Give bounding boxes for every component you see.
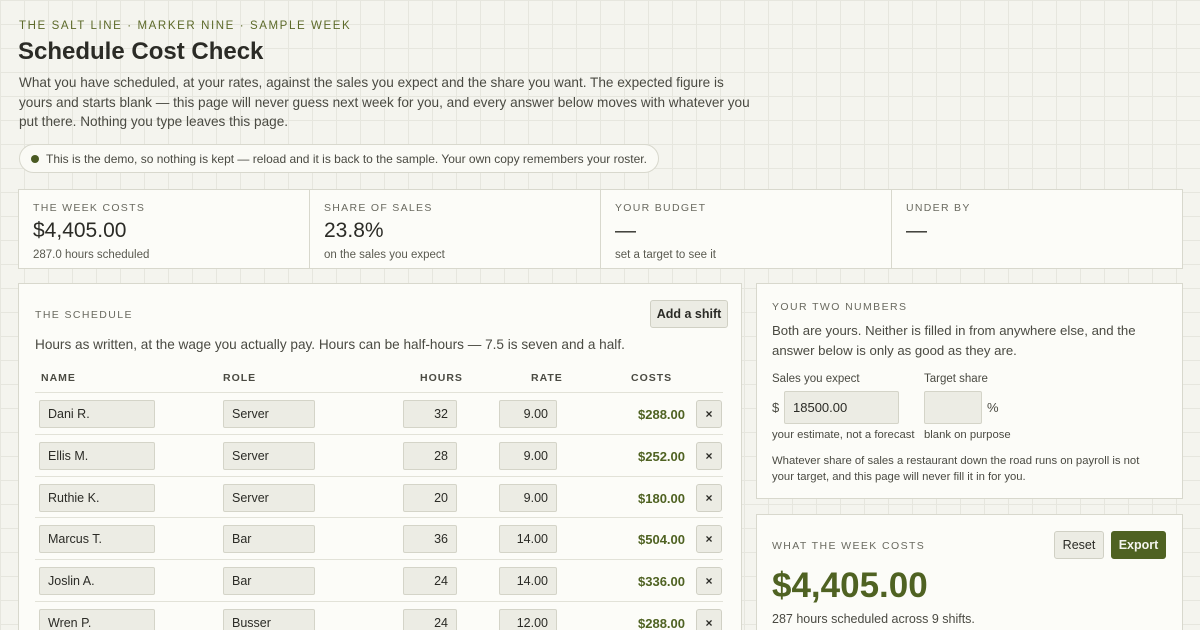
delete-row-button[interactable]: × [696, 525, 722, 554]
row-cost: $288.00 [638, 407, 685, 422]
add-shift-button[interactable]: Add a shift [650, 300, 728, 328]
name-input[interactable] [39, 483, 155, 512]
column-header-name: NAME [41, 372, 76, 384]
stat-sub: 287.0 hours scheduled [33, 249, 150, 261]
table-row: $180.00 × [35, 475, 723, 518]
delete-row-button[interactable]: × [696, 567, 722, 596]
stat-label: SHARE OF SALES [324, 202, 433, 214]
sales-label: Sales you expect [772, 373, 860, 385]
stats-bar: THE WEEK COSTS $4,405.00 287.0 hours sch… [18, 189, 1183, 269]
delete-row-button[interactable]: × [696, 608, 722, 630]
week-costs-title: WHAT THE WEEK COSTS [772, 540, 926, 552]
table-row: $336.00 × [35, 559, 723, 601]
stat-your-budget: YOUR BUDGET — set a target to see it [601, 190, 892, 268]
name-input[interactable] [39, 525, 155, 554]
stat-week-costs: THE WEEK COSTS $4,405.00 287.0 hours sch… [19, 190, 310, 268]
column-header-rate: RATE [531, 372, 563, 384]
export-button[interactable]: Export [1111, 531, 1166, 559]
stat-sub: on the sales you expect [324, 249, 445, 261]
week-total: $4,405.00 [772, 566, 928, 605]
schedule-title: THE SCHEDULE [35, 309, 133, 321]
name-input[interactable] [39, 608, 155, 630]
demo-notice: This is the demo, so nothing is kept — r… [19, 144, 659, 173]
stat-label: THE WEEK COSTS [33, 202, 146, 214]
table-row: $252.00 × [35, 433, 723, 476]
column-header-role: ROLE [223, 372, 257, 384]
role-input[interactable] [223, 441, 315, 470]
row-cost: $252.00 [638, 448, 685, 464]
your-two-numbers-panel: YOUR TWO NUMBERS Both are yours. Neither… [756, 283, 1183, 499]
page-title: Schedule Cost Check [18, 38, 264, 65]
hours-input[interactable] [403, 567, 457, 596]
intro-text: What you have scheduled, at your rates, … [19, 75, 750, 130]
numbers-description: Both are yours. Neither is filled in fro… [772, 323, 1136, 358]
name-input[interactable] [39, 400, 155, 428]
stat-sub: set a target to see it [615, 249, 717, 261]
hours-input[interactable] [403, 608, 457, 630]
numbers-title: YOUR TWO NUMBERS [772, 301, 908, 313]
hours-input[interactable] [403, 525, 457, 554]
stat-label: YOUR BUDGET [615, 202, 707, 214]
target-help: blank on purpose [924, 429, 1011, 441]
name-input[interactable] [39, 567, 155, 596]
stat-value: 23.8% [324, 219, 384, 242]
week-summary: 287 hours scheduled across 9 shifts. [772, 612, 975, 626]
table-row: $288.00 × [35, 392, 723, 434]
row-cost: $336.00 [638, 574, 685, 590]
stat-under-by: UNDER BY — [892, 190, 1182, 268]
rate-input[interactable] [499, 525, 557, 554]
currency-symbol: $ [772, 400, 780, 415]
stat-value: — [615, 219, 636, 242]
stat-label: UNDER BY [906, 202, 971, 214]
status-dot-icon [31, 154, 39, 163]
eyebrow: THE SALT LINE · MARKER NINE · SAMPLE WEE… [19, 20, 352, 32]
target-share-input[interactable] [924, 391, 982, 424]
column-header-costs: COSTS [631, 372, 673, 384]
rate-input[interactable] [499, 400, 557, 428]
role-input[interactable] [223, 483, 315, 512]
schedule-rows: $288.00 × $252.00 × $180.00 × $504.00 × [35, 392, 723, 630]
reset-button[interactable]: Reset [1054, 531, 1104, 559]
table-header: NAME ROLE HOURS RATE COSTS [35, 372, 723, 392]
role-input[interactable] [223, 400, 315, 428]
sales-input[interactable] [784, 391, 899, 424]
target-label: Target share [924, 373, 988, 385]
rate-input[interactable] [499, 567, 557, 596]
numbers-note: Whatever share of sales a restaurant dow… [772, 455, 1140, 483]
rate-input[interactable] [499, 441, 557, 470]
demo-notice-text: This is the demo, so nothing is kept — r… [46, 151, 647, 166]
role-input[interactable] [223, 567, 315, 596]
table-row: $288.00 × [35, 600, 723, 630]
name-input[interactable] [39, 441, 155, 470]
row-cost: $180.00 [638, 490, 685, 506]
sales-help: your estimate, not a forecast [772, 429, 915, 441]
hours-input[interactable] [403, 400, 457, 428]
hours-input[interactable] [403, 483, 457, 512]
delete-row-button[interactable]: × [696, 441, 722, 470]
row-cost: $288.00 [638, 615, 685, 630]
role-input[interactable] [223, 608, 315, 630]
week-costs-panel: WHAT THE WEEK COSTS Reset Export $4,405.… [756, 514, 1183, 630]
schedule-description: Hours as written, at the wage you actual… [35, 337, 625, 352]
schedule-panel: THE SCHEDULE Add a shift Hours as writte… [18, 283, 742, 630]
role-input[interactable] [223, 525, 315, 554]
rate-input[interactable] [499, 608, 557, 630]
delete-row-button[interactable]: × [696, 483, 722, 512]
stat-share-of-sales: SHARE OF SALES 23.8% on the sales you ex… [310, 190, 601, 268]
delete-row-button[interactable]: × [696, 400, 722, 428]
stat-value: — [906, 219, 927, 242]
column-header-hours: HOURS [420, 372, 463, 384]
row-cost: $504.00 [638, 532, 685, 548]
table-row: $504.00 × [35, 517, 723, 559]
stat-value: $4,405.00 [33, 219, 127, 242]
percent-symbol: % [987, 400, 999, 415]
hours-input[interactable] [403, 441, 457, 470]
rate-input[interactable] [499, 483, 557, 512]
